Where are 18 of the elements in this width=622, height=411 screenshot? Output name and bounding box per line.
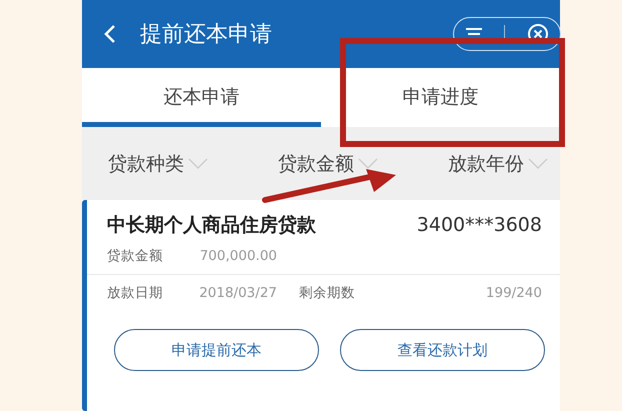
account-number: 3400***3608 <box>416 214 542 236</box>
field-label: 放款日期 <box>107 284 164 302</box>
chevron-down-icon <box>358 158 378 170</box>
back-icon[interactable] <box>104 24 116 44</box>
chevron-down-icon <box>188 158 208 170</box>
field-label: 贷款金额 <box>107 247 164 265</box>
loan-name: 中长期个人商品住房贷款 <box>107 213 316 238</box>
action-button[interactable]: 申请提前还本 <box>114 329 319 371</box>
filter-dropdown[interactable]: 贷款种类 <box>108 150 208 176</box>
field-value: 199/240 <box>484 285 542 301</box>
field-value: 2018/03/27 <box>198 285 277 301</box>
filter-dropdown[interactable]: 贷款金额 <box>278 150 378 176</box>
action-button[interactable]: 查看还款计划 <box>340 329 545 371</box>
page-title: 提前还本申请 <box>140 21 273 49</box>
filter-dropdown[interactable]: 放款年份 <box>448 150 548 176</box>
chevron-down-icon <box>528 158 548 170</box>
field-label: 剩余期数 <box>298 284 356 302</box>
field-value: 700,000.00 <box>198 248 277 264</box>
